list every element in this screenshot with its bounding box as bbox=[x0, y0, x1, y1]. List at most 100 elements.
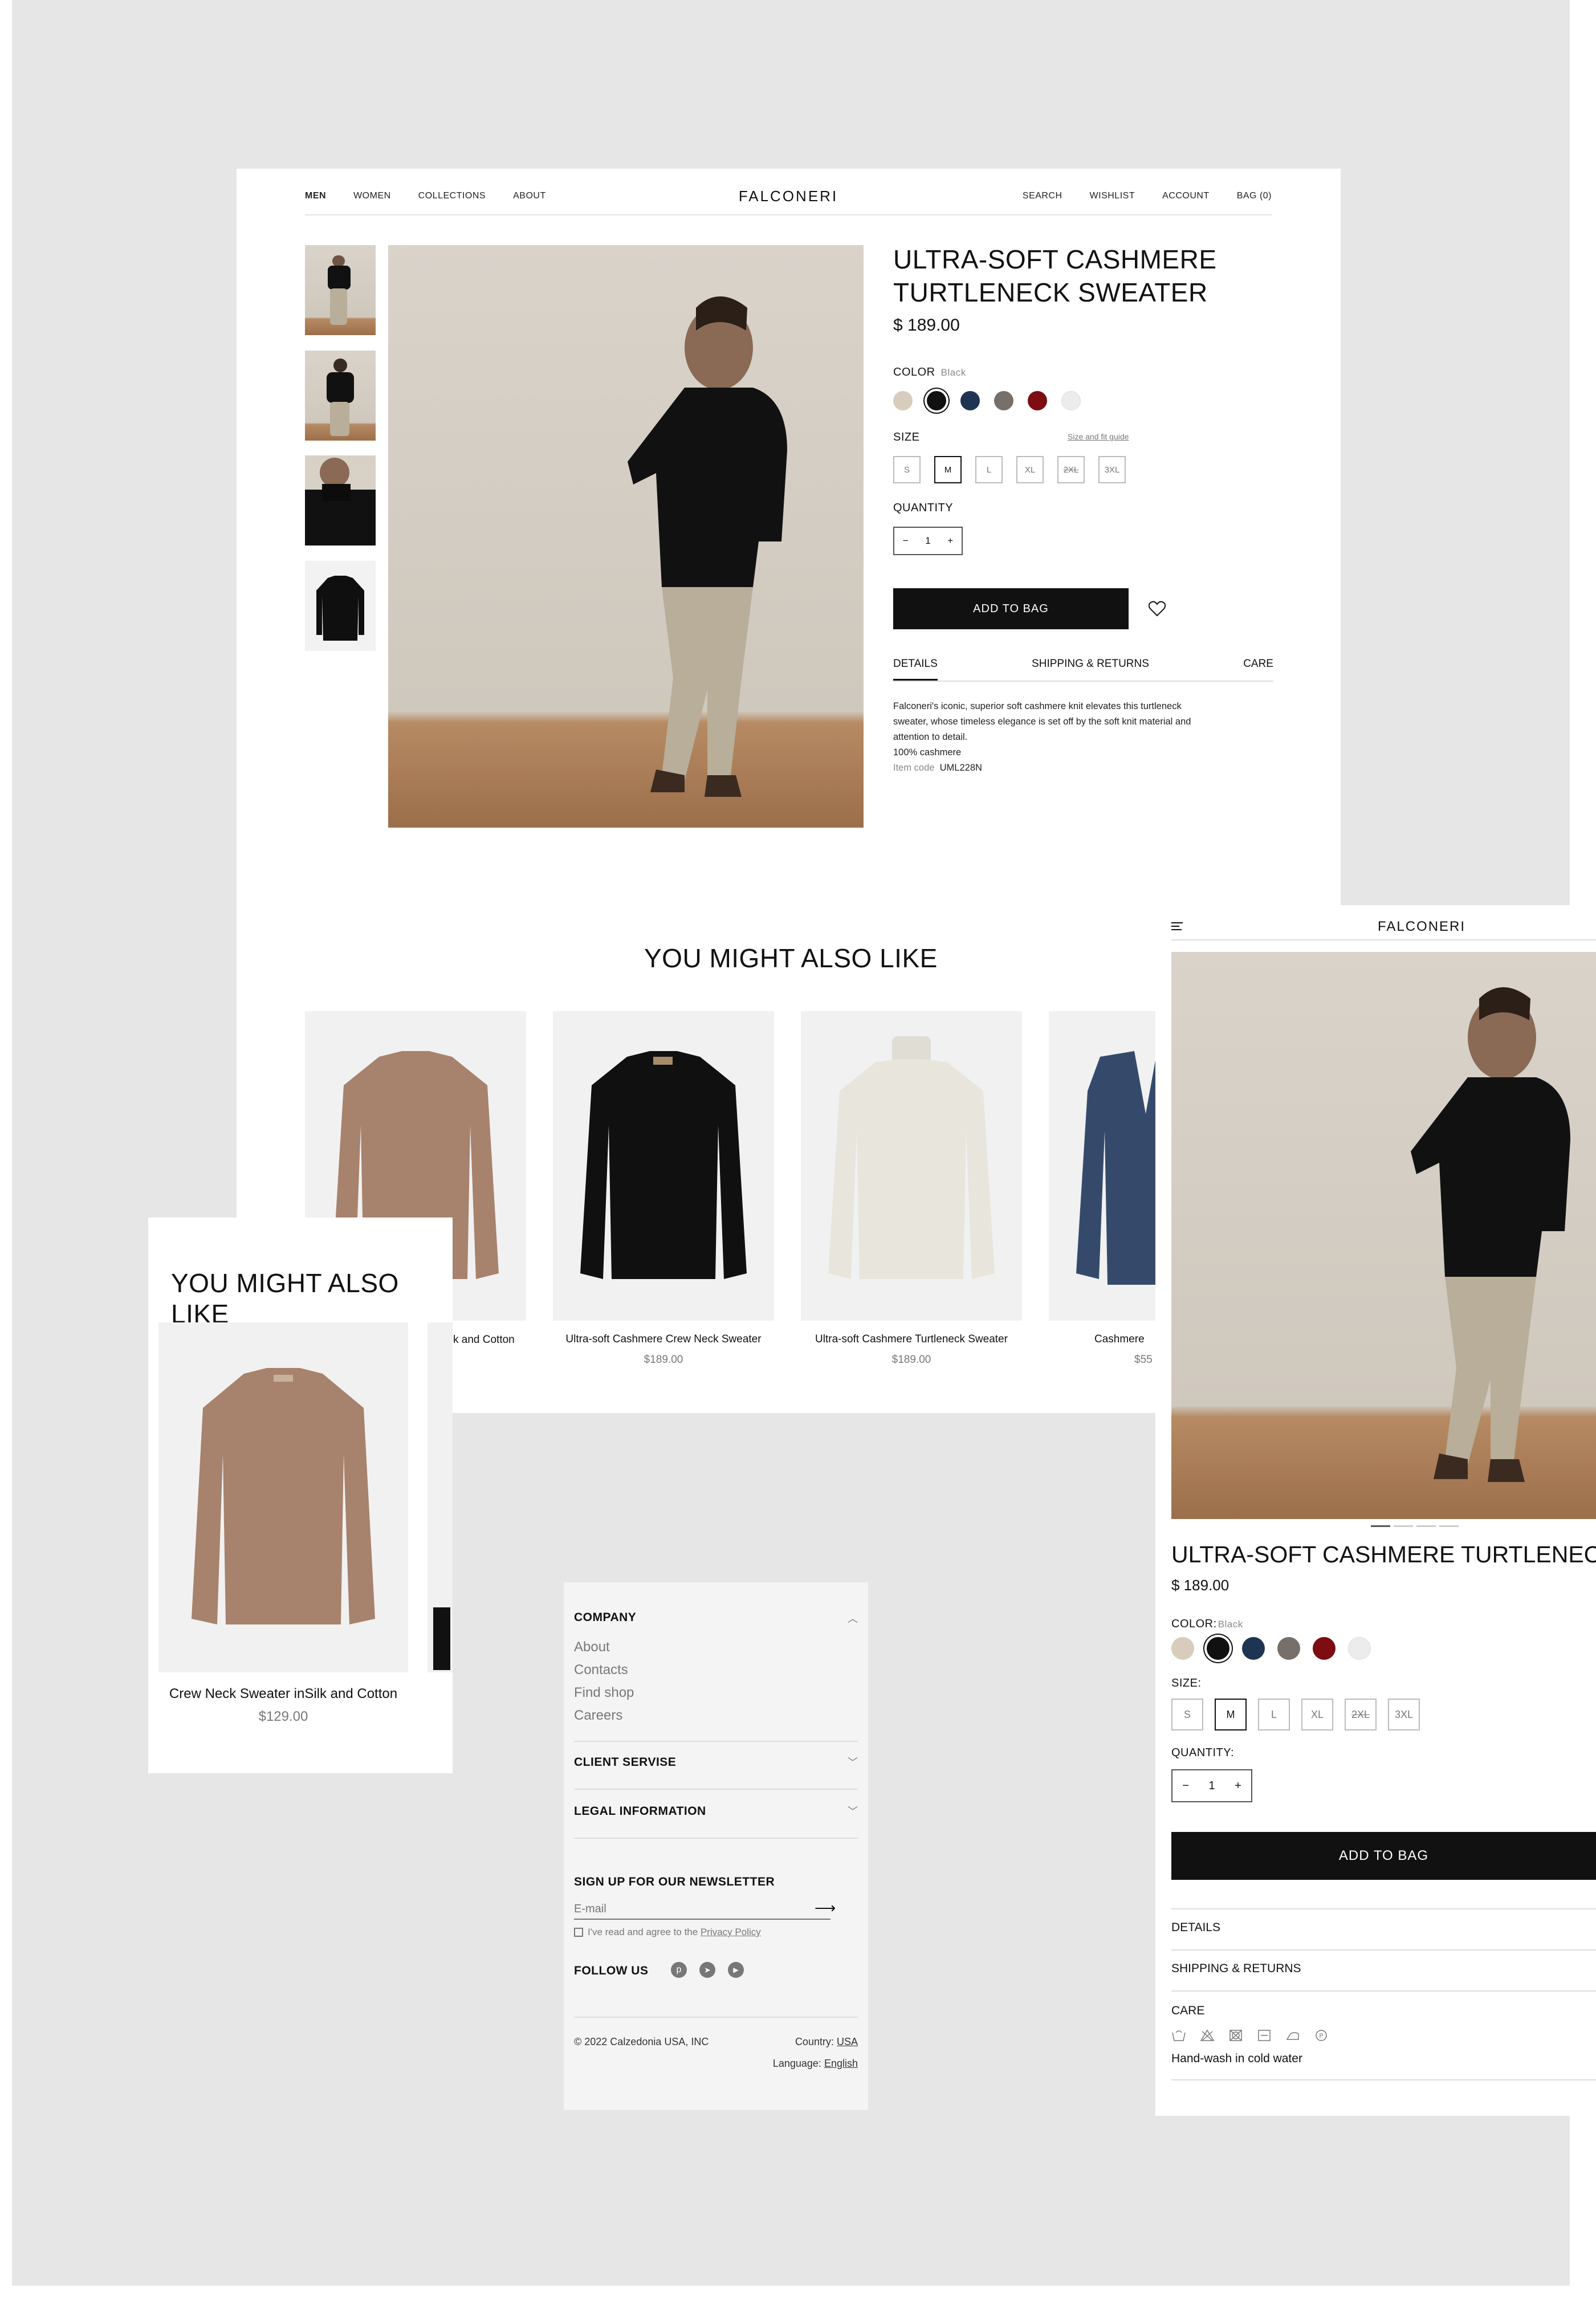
nav-women[interactable]: WOMEN bbox=[353, 186, 391, 206]
size-option[interactable]: S bbox=[1171, 1699, 1203, 1730]
footer-link-find-shop[interactable]: Find shop bbox=[574, 1685, 634, 1701]
product-thumbnail-1[interactable] bbox=[305, 245, 376, 335]
quantity-increase-button[interactable]: + bbox=[947, 535, 953, 547]
chevron-up-icon[interactable]: ︿ bbox=[848, 1611, 858, 1626]
size-option[interactable]: 3XL bbox=[1388, 1699, 1420, 1730]
size-option[interactable]: M bbox=[1215, 1699, 1247, 1730]
chevron-down-icon[interactable]: ﹀ bbox=[848, 1803, 858, 1818]
quantity-label: QUANTITY bbox=[893, 502, 954, 514]
brand-logo[interactable]: FALCONERI bbox=[739, 186, 838, 206]
country-selector[interactable]: Country: USA bbox=[795, 2036, 858, 2048]
product-thumbnail-4[interactable] bbox=[305, 561, 376, 651]
recommendation-card[interactable]: Ultra-soft Cashmere Crew Neck Sweater $1… bbox=[553, 1011, 774, 1366]
footer-divider bbox=[574, 1789, 858, 1790]
model-full-figure-icon bbox=[328, 255, 351, 325]
tab-care[interactable]: CARE bbox=[1243, 658, 1273, 681]
size-option[interactable]: 2XL bbox=[1345, 1699, 1377, 1730]
nav-account[interactable]: ACCOUNT bbox=[1162, 186, 1210, 206]
tab-details[interactable]: DETAILS bbox=[893, 658, 938, 681]
tab-shipping-returns[interactable]: SHIPPING & RETURNS bbox=[1032, 658, 1149, 681]
language-selector[interactable]: Language: English bbox=[773, 2058, 858, 2070]
footer-link-about[interactable]: About bbox=[574, 1639, 610, 1655]
quantity-decrease-button[interactable]: − bbox=[903, 535, 909, 547]
product-thumbnail-3[interactable] bbox=[305, 455, 376, 545]
language-label: Language: bbox=[772, 2058, 821, 2069]
color-swatch[interactable] bbox=[1348, 1637, 1371, 1660]
size-option[interactable]: XL bbox=[1301, 1699, 1333, 1730]
product-composition: 100% cashmere bbox=[893, 747, 962, 758]
section-divider bbox=[1171, 2079, 1596, 2080]
neck-detail-icon bbox=[305, 458, 376, 545]
size-option[interactable]: M bbox=[934, 456, 962, 483]
color-swatch[interactable] bbox=[1277, 1637, 1300, 1660]
nav-search[interactable]: SEARCH bbox=[1023, 186, 1062, 206]
language-value[interactable]: English bbox=[824, 2058, 858, 2069]
model-back-view-icon bbox=[327, 359, 354, 436]
color-swatch[interactable] bbox=[960, 391, 980, 410]
privacy-policy-link[interactable]: Privacy Policy bbox=[701, 1927, 761, 1937]
size-option[interactable]: S bbox=[893, 456, 921, 483]
mobile-add-to-bag-button[interactable]: ADD TO BAG bbox=[1171, 1832, 1596, 1880]
image-pagination[interactable] bbox=[1371, 1525, 1459, 1527]
item-code-row: Item code UML228N bbox=[893, 760, 1201, 776]
quantity-increase-button[interactable]: + bbox=[1235, 1780, 1241, 1793]
color-swatch[interactable] bbox=[1242, 1637, 1265, 1660]
size-guide-link[interactable]: Size and fit guide bbox=[1068, 432, 1129, 441]
nav-wishlist[interactable]: WISHLIST bbox=[1090, 186, 1135, 206]
mobile-brand-logo[interactable]: FALCONERI bbox=[1378, 919, 1465, 935]
follow-us-label: FOLLOW US bbox=[574, 1964, 649, 1977]
add-to-bag-button[interactable]: ADD TO BAG bbox=[893, 588, 1129, 629]
nav-about[interactable]: ABOUT bbox=[513, 186, 546, 206]
footer-legal-label[interactable]: LEGAL INFORMATION bbox=[574, 1805, 706, 1818]
nav-men[interactable]: MEN bbox=[305, 186, 326, 206]
size-option[interactable]: 2XL bbox=[1057, 456, 1085, 483]
nav-collections[interactable]: COLLECTIONS bbox=[418, 186, 486, 206]
white-turtleneck-icon bbox=[828, 1036, 995, 1279]
size-option[interactable]: L bbox=[1258, 1699, 1290, 1730]
color-swatch[interactable] bbox=[994, 391, 1013, 410]
submit-arrow-icon[interactable]: ⟶ bbox=[815, 1899, 836, 1917]
country-value[interactable]: USA bbox=[837, 2036, 858, 2047]
telegram-icon[interactable]: ➤ bbox=[699, 1962, 715, 1978]
selected-color-name: Black bbox=[940, 367, 966, 378]
color-swatch[interactable] bbox=[1061, 391, 1081, 410]
color-swatch[interactable] bbox=[927, 391, 946, 410]
mobile-recommendation-card[interactable]: Crew Neck Sweater inSilk and Cotton $129… bbox=[158, 1322, 408, 1725]
hamburger-menu-icon[interactable] bbox=[1171, 922, 1183, 930]
color-swatch[interactable] bbox=[1313, 1637, 1336, 1660]
mobile-recommendation-image bbox=[158, 1322, 408, 1672]
consent-checkbox[interactable] bbox=[574, 1928, 583, 1937]
pinterest-icon[interactable]: p bbox=[671, 1962, 687, 1978]
recommendation-image bbox=[801, 1011, 1022, 1321]
next-recommendation-peek[interactable] bbox=[427, 1322, 453, 1672]
footer-client-service-label[interactable]: CLIENT SERVISE bbox=[574, 1756, 676, 1769]
mobile-product-title: ULTRA-SOFT CASHMERE TURTLENECK SWE bbox=[1171, 1541, 1596, 1567]
footer-link-contacts[interactable]: Contacts bbox=[574, 1662, 628, 1678]
color-swatch[interactable] bbox=[1207, 1637, 1229, 1660]
product-main-image[interactable] bbox=[388, 245, 864, 828]
mobile-section-shipping-returns[interactable]: SHIPPING & RETURNS bbox=[1171, 1962, 1301, 1976]
color-swatch[interactable] bbox=[1171, 1637, 1194, 1660]
size-option[interactable]: XL bbox=[1016, 456, 1044, 483]
chevron-down-icon[interactable]: ﹀ bbox=[848, 1754, 858, 1769]
quantity-decrease-button[interactable]: − bbox=[1182, 1780, 1189, 1793]
no-bleach-icon bbox=[1200, 2029, 1215, 2041]
youtube-icon[interactable]: ▶ bbox=[728, 1962, 744, 1978]
mobile-product-image[interactable] bbox=[1171, 952, 1596, 1519]
newsletter-email-input[interactable] bbox=[574, 1899, 830, 1920]
footer-link-careers[interactable]: Careers bbox=[574, 1708, 622, 1724]
product-thumbnail-2[interactable] bbox=[305, 351, 376, 441]
mobile-section-care[interactable]: CARE bbox=[1171, 2004, 1204, 2018]
wishlist-heart-icon[interactable] bbox=[1149, 601, 1166, 617]
recommendation-card[interactable]: Ultra-soft Cashmere Turtleneck Sweater $… bbox=[801, 1011, 1022, 1366]
mobile-section-details[interactable]: DETAILS bbox=[1171, 1921, 1220, 1935]
footer-company-label[interactable]: COMPANY bbox=[574, 1611, 636, 1624]
nav-bag[interactable]: BAG (0) bbox=[1237, 186, 1272, 206]
size-label: SIZE bbox=[893, 431, 920, 443]
size-option[interactable]: 3XL bbox=[1098, 456, 1126, 483]
size-option[interactable]: L bbox=[975, 456, 1003, 483]
mobile-recommendations: YOU MIGHT ALSO LIKE Crew Neck Sweater in… bbox=[148, 1217, 453, 1773]
product-title: ULTRA-SOFT CASHMERE TURTLENECK SWEATER bbox=[893, 243, 1247, 309]
color-swatch[interactable] bbox=[1028, 391, 1047, 410]
color-swatch[interactable] bbox=[893, 391, 913, 410]
